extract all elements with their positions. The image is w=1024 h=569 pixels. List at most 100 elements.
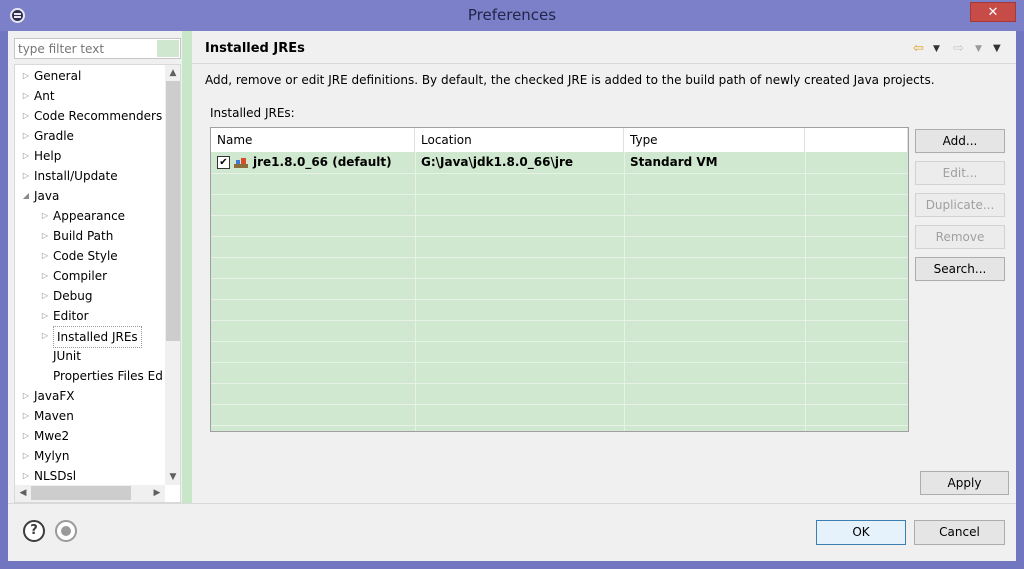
close-button[interactable]: ✕: [970, 2, 1016, 22]
tree-item-junit[interactable]: JUnit: [15, 346, 165, 366]
view-menu-icon[interactable]: ▼: [993, 41, 1001, 57]
tree-item-javafx[interactable]: ▷ JavaFX: [15, 386, 165, 406]
table-row-divider: [211, 194, 908, 195]
remove-button[interactable]: Remove: [915, 225, 1005, 249]
collapsed-arrow-icon[interactable]: ▷: [21, 146, 31, 166]
window-title: Preferences: [467, 6, 557, 24]
table-row-divider: [211, 404, 908, 405]
collapsed-arrow-icon[interactable]: ▷: [40, 306, 50, 326]
scroll-thumb[interactable]: [166, 81, 180, 341]
tree-item-code-style[interactable]: ▷ Code Style: [15, 246, 165, 266]
tree-item-label: Java: [34, 189, 60, 203]
collapsed-arrow-icon[interactable]: ▷: [40, 266, 50, 286]
column-header-location[interactable]: Location: [415, 128, 624, 152]
tree-item-java[interactable]: ◢ Java: [15, 186, 165, 206]
collapsed-arrow-icon[interactable]: ▷: [21, 106, 31, 126]
add-button[interactable]: Add...: [915, 129, 1005, 153]
duplicate-button[interactable]: Duplicate...: [915, 193, 1005, 217]
tree-item-help[interactable]: ▷ Help: [15, 146, 165, 166]
search-button[interactable]: Search...: [915, 257, 1005, 281]
forward-menu-icon[interactable]: ▼: [975, 41, 982, 57]
apply-button[interactable]: Apply: [920, 471, 1009, 495]
tree-item-mylyn[interactable]: ▷ Mylyn: [15, 446, 165, 466]
back-menu-icon[interactable]: ▼: [933, 41, 940, 57]
installed-jres-label: Installed JREs:: [210, 106, 295, 120]
tree-item-label: NLSDsl: [34, 469, 77, 483]
collapsed-arrow-icon[interactable]: ▷: [21, 446, 31, 466]
tree-item-debug[interactable]: ▷ Debug: [15, 286, 165, 306]
collapsed-arrow-icon[interactable]: ▷: [40, 226, 50, 246]
panel-splitter[interactable]: [182, 31, 192, 503]
clear-filter-button[interactable]: [157, 40, 179, 57]
preferences-window: Preferences ✕ ▷NLSDsl▷Mylyn▷Mwe2▷Maven▷J…: [0, 0, 1024, 569]
tree-item-label: Maven: [34, 409, 74, 423]
jre-row-checkbox[interactable]: ✔: [217, 156, 230, 169]
collapsed-arrow-icon[interactable]: ▷: [21, 166, 31, 186]
column-header-name[interactable]: Name: [211, 128, 415, 152]
tree-item-properties-files-ed[interactable]: Properties Files Ed: [15, 366, 165, 386]
tree-item-installed-jres[interactable]: ▷ Installed JREs: [15, 326, 165, 348]
ok-button[interactable]: OK: [816, 520, 906, 545]
forward-icon[interactable]: ⇨: [953, 41, 964, 57]
tree-item-nlsdsl[interactable]: ▷ NLSDsl: [15, 466, 165, 486]
scroll-thumb-horizontal[interactable]: [31, 486, 131, 500]
tree-item-appearance[interactable]: ▷ Appearance: [15, 206, 165, 226]
tree-item-label: Code Style: [53, 249, 118, 263]
tree-item-build-path[interactable]: ▷ Build Path: [15, 226, 165, 246]
edit-button[interactable]: Edit...: [915, 161, 1005, 185]
page-description: Add, remove or edit JRE definitions. By …: [205, 73, 935, 87]
collapsed-arrow-icon[interactable]: ▷: [21, 66, 31, 86]
tree-item-general[interactable]: ▷ General: [15, 66, 165, 86]
jre-row-type[interactable]: Standard VM: [624, 152, 718, 173]
jre-row-name[interactable]: jre1.8.0_66 (default): [247, 152, 392, 173]
collapsed-arrow-icon[interactable]: ▷: [40, 286, 50, 306]
tree-horizontal-scrollbar[interactable]: ◀ ▶: [15, 485, 165, 502]
tree-item-label: Install/Update: [34, 169, 118, 183]
tree-item-label: Appearance: [53, 209, 126, 223]
expanded-arrow-icon[interactable]: ◢: [21, 186, 31, 206]
collapsed-arrow-icon[interactable]: ▷: [21, 466, 31, 486]
title-bar[interactable]: Preferences ✕: [0, 0, 1024, 31]
tree-item-compiler[interactable]: ▷ Compiler: [15, 266, 165, 286]
tree-item-label: Ant: [34, 89, 55, 103]
back-icon[interactable]: ⇦: [913, 41, 924, 57]
filter-input[interactable]: [15, 39, 155, 58]
tree-item-code-recommenders[interactable]: ▷ Code Recommenders: [15, 106, 165, 126]
collapsed-arrow-icon[interactable]: ▷: [21, 126, 31, 146]
cancel-button[interactable]: Cancel: [914, 520, 1005, 545]
collapsed-arrow-icon[interactable]: ▷: [21, 86, 31, 106]
collapsed-arrow-icon[interactable]: ▷: [40, 206, 50, 226]
filter-box: [14, 38, 181, 59]
tree-item-label: Gradle: [34, 129, 74, 143]
column-header-type[interactable]: Type: [624, 128, 805, 152]
collapsed-arrow-icon[interactable]: ▷: [21, 406, 31, 426]
tree-item-maven[interactable]: ▷ Maven: [15, 406, 165, 426]
collapsed-arrow-icon[interactable]: ▷: [40, 326, 50, 346]
tree-item-label: Mwe2: [34, 429, 70, 443]
tree-item-gradle[interactable]: ▷ Gradle: [15, 126, 165, 146]
page-title: Installed JREs: [205, 41, 305, 56]
close-icon: ✕: [987, 5, 999, 20]
table-row-divider: [211, 362, 908, 363]
tree-item-ant[interactable]: ▷ Ant: [15, 86, 165, 106]
record-icon[interactable]: [55, 520, 77, 542]
scroll-down-icon[interactable]: ▼: [165, 469, 180, 485]
column-header-empty: [805, 128, 908, 152]
collapsed-arrow-icon[interactable]: ▷: [40, 246, 50, 266]
scroll-up-icon[interactable]: ▲: [165, 65, 180, 81]
collapsed-arrow-icon[interactable]: ▷: [21, 386, 31, 406]
scroll-left-icon[interactable]: ◀: [15, 485, 31, 502]
tree-vertical-scrollbar[interactable]: ▲ ▼: [165, 65, 180, 485]
collapsed-arrow-icon[interactable]: ▷: [21, 426, 31, 446]
jre-row-location[interactable]: G:\Java\jdk1.8.0_66\jre: [415, 152, 573, 173]
jre-table: Name Location Type ✔ jre1.8.0_66 (defaul…: [210, 127, 909, 432]
header-divider: [192, 63, 1016, 64]
scroll-right-icon[interactable]: ▶: [149, 485, 165, 502]
table-row-divider: [211, 173, 908, 174]
tree-item-label: Mylyn: [34, 449, 70, 463]
tree-item-label: Properties Files Ed: [53, 369, 163, 383]
help-icon[interactable]: ?: [23, 520, 45, 542]
tree-item-mwe2[interactable]: ▷ Mwe2: [15, 426, 165, 446]
tree-item-install-update[interactable]: ▷ Install/Update: [15, 166, 165, 186]
tree-item-editor[interactable]: ▷ Editor: [15, 306, 165, 326]
